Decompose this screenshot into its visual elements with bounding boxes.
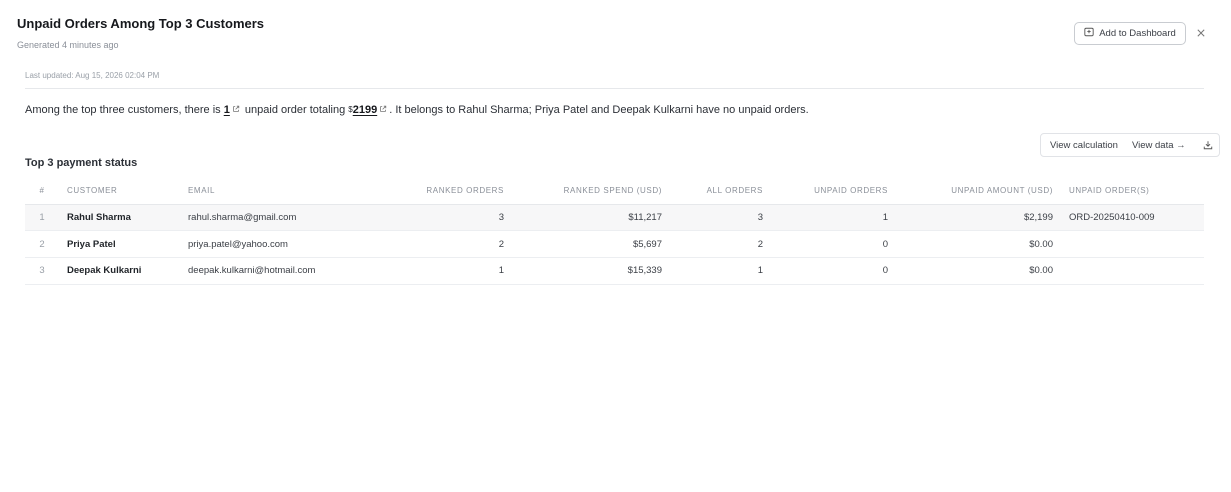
summary-text: Among the top three customers, there is … bbox=[25, 104, 809, 116]
last-updated: Last updated: Aug 15, 2026 02:04 PM bbox=[25, 71, 160, 80]
page-title: Unpaid Orders Among Top 3 Customers bbox=[17, 16, 265, 31]
ranked-orders: 2 bbox=[350, 230, 512, 258]
customer-name: Priya Patel bbox=[59, 230, 180, 258]
customer-name: Deepak Kulkarni bbox=[59, 257, 180, 285]
table-row: 2 Priya Patel priya.patel@yahoo.com 2 $5… bbox=[25, 230, 1204, 258]
add-to-dashboard-label: Add to Dashboard bbox=[1099, 28, 1176, 39]
column-header-unpaid-order-ids: UNPAID ORDER(S) bbox=[1061, 178, 1204, 205]
unpaid-orders: 0 bbox=[771, 230, 896, 258]
report-panel: Unpaid Orders Among Top 3 Customers Gene… bbox=[0, 0, 1231, 492]
customer-email: rahul.sharma@gmail.com bbox=[180, 204, 350, 232]
summary-part2: unpaid order totaling bbox=[241, 104, 349, 116]
view-data-button[interactable]: View data → bbox=[1125, 140, 1193, 151]
summary-part1: Among the top three customers, there is bbox=[25, 104, 224, 116]
column-header-index: # bbox=[25, 178, 59, 205]
ranked-spend: $5,697 bbox=[512, 230, 670, 258]
unpaid-orders: 1 bbox=[771, 204, 896, 232]
all-orders: 3 bbox=[670, 204, 771, 232]
table-toolbar: View calculation View data → bbox=[1040, 133, 1220, 157]
unpaid-count-link[interactable]: 1 bbox=[224, 104, 230, 116]
all-orders: 1 bbox=[670, 257, 771, 285]
customer-name: Rahul Sharma bbox=[59, 204, 180, 232]
generated-time: Generated 4 minutes ago bbox=[17, 40, 119, 50]
unpaid-order-ids: ORD-20250410-009 bbox=[1061, 204, 1204, 232]
external-link-icon[interactable] bbox=[232, 104, 240, 112]
unpaid-orders: 0 bbox=[771, 257, 896, 285]
unpaid-amount: $0.00 bbox=[896, 257, 1061, 285]
table-row: 3 Deepak Kulkarni deepak.kulkarni@hotmai… bbox=[25, 257, 1204, 285]
column-header-ranked-orders: RANKED ORDERS bbox=[350, 178, 512, 205]
download-icon[interactable] bbox=[1203, 140, 1213, 150]
dashboard-icon bbox=[1084, 27, 1094, 40]
customer-email: priya.patel@yahoo.com bbox=[180, 230, 350, 258]
unpaid-amount: $0.00 bbox=[896, 230, 1061, 258]
view-calculation-button[interactable]: View calculation bbox=[1041, 140, 1125, 151]
payment-status-table: # CUSTOMER EMAIL RANKED ORDERS RANKED SP… bbox=[25, 178, 1204, 285]
ranked-spend: $11,217 bbox=[512, 204, 670, 232]
ranked-spend: $15,339 bbox=[512, 257, 670, 285]
all-orders: 2 bbox=[670, 230, 771, 258]
divider bbox=[25, 88, 1204, 89]
add-to-dashboard-button[interactable]: Add to Dashboard bbox=[1074, 22, 1186, 45]
row-index: 1 bbox=[25, 204, 59, 232]
table-header-row: # CUSTOMER EMAIL RANKED ORDERS RANKED SP… bbox=[25, 178, 1204, 205]
unpaid-amount-link[interactable]: 2199 bbox=[353, 104, 377, 116]
column-header-all-orders: ALL ORDERS bbox=[670, 178, 771, 205]
row-index: 3 bbox=[25, 257, 59, 285]
column-header-unpaid-amount: UNPAID AMOUNT (USD) bbox=[896, 178, 1061, 205]
ranked-orders: 1 bbox=[350, 257, 512, 285]
row-index: 2 bbox=[25, 230, 59, 258]
column-header-customer: CUSTOMER bbox=[59, 178, 180, 205]
customer-email: deepak.kulkarni@hotmail.com bbox=[180, 257, 350, 285]
summary-part3: . It belongs to Rahul Sharma; Priya Pate… bbox=[389, 104, 809, 116]
close-button[interactable] bbox=[1195, 27, 1207, 39]
table-row: 1 Rahul Sharma rahul.sharma@gmail.com 3 … bbox=[25, 204, 1204, 232]
column-header-email: EMAIL bbox=[180, 178, 350, 205]
unpaid-order-ids bbox=[1061, 230, 1204, 258]
close-icon bbox=[1197, 24, 1205, 42]
unpaid-order-ids bbox=[1061, 257, 1204, 285]
column-header-unpaid-orders: UNPAID ORDERS bbox=[771, 178, 896, 205]
table-section-title: Top 3 payment status bbox=[25, 157, 138, 169]
ranked-orders: 3 bbox=[350, 204, 512, 232]
column-header-ranked-spend: RANKED SPEND (USD) bbox=[512, 178, 670, 205]
external-link-icon[interactable] bbox=[379, 104, 387, 112]
unpaid-amount: $2,199 bbox=[896, 204, 1061, 232]
